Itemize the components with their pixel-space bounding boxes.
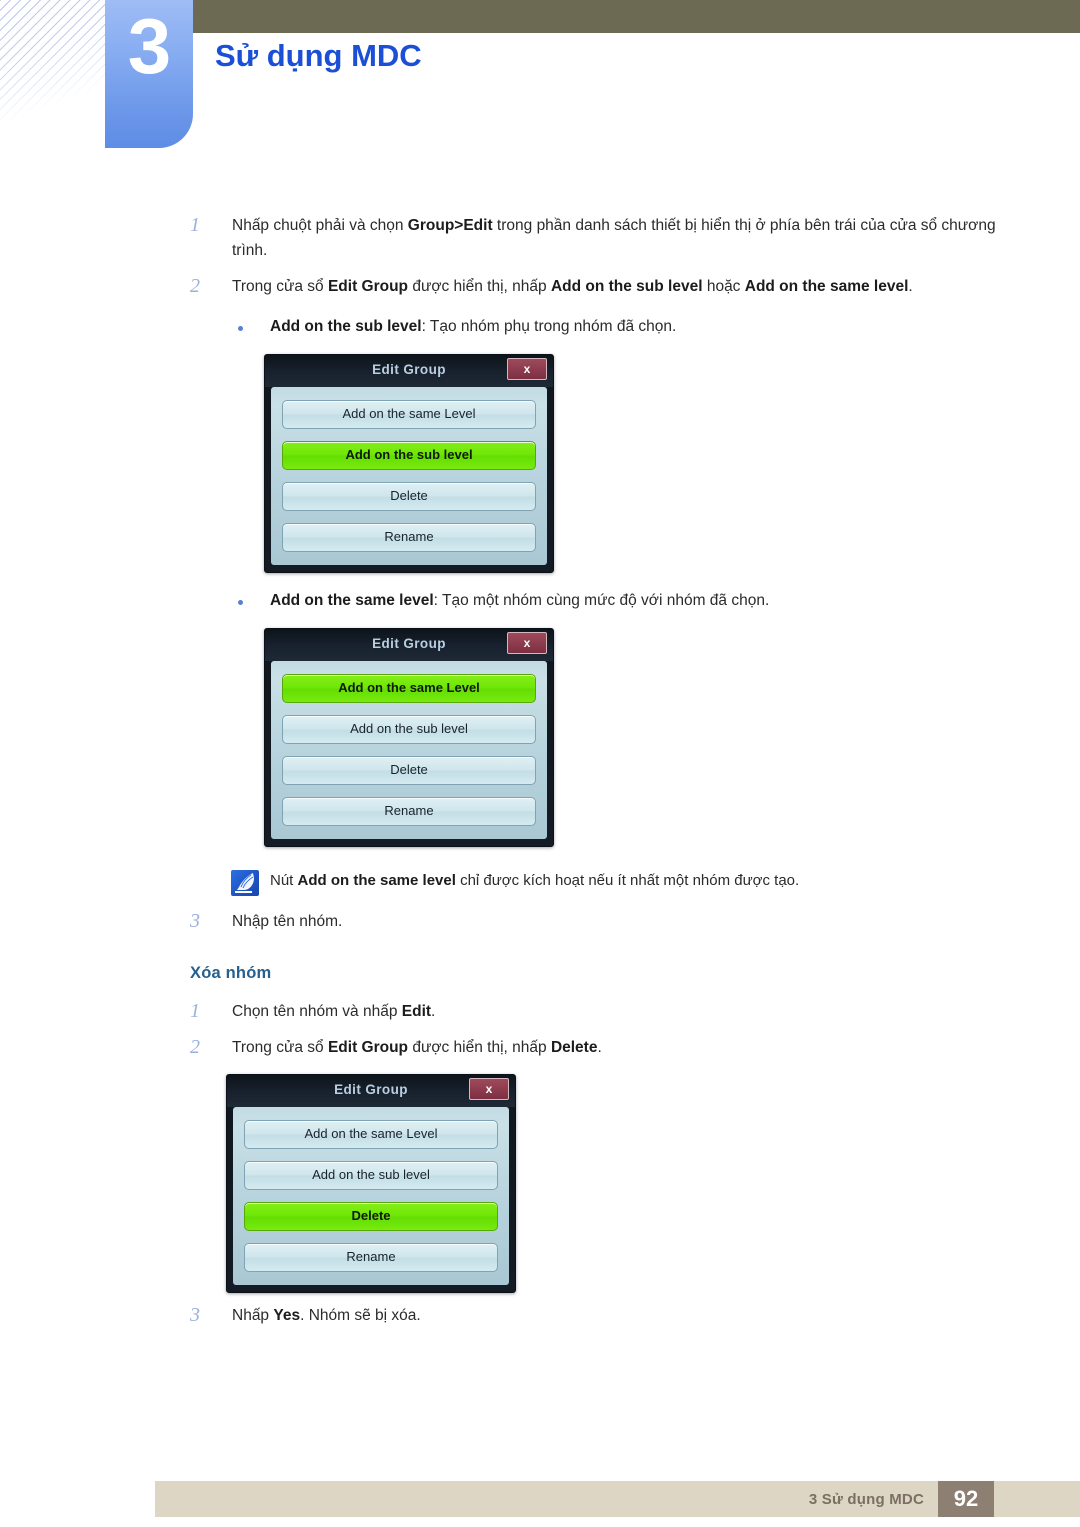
step-text-part: được hiển thị, nhấp xyxy=(408,1039,551,1057)
step-text: Nhấp Yes. Nhóm sẽ bị xóa. xyxy=(232,1307,421,1324)
step-text-bold: Group>Edit xyxy=(407,217,493,234)
step-text: Nhấp chuột phải và chọn Group>Edit trong… xyxy=(232,217,996,259)
add-on-sub-level-button[interactable]: Add on the sub level xyxy=(244,1161,498,1191)
edit-group-dialog: Edit Group x Add on the same Level Add o… xyxy=(264,627,554,847)
step-number: 2 xyxy=(190,1036,200,1059)
step-item: 1 Chọn tên nhóm và nhấp Edit. xyxy=(186,999,1026,1024)
delete-button[interactable]: Delete xyxy=(244,1202,498,1232)
step-item: 1 Nhấp chuột phải và chọn Group>Edit tro… xyxy=(186,213,1026,263)
step-text-bold: Add on the same level xyxy=(744,278,909,296)
dialog-body: Add on the same Level Add on the sub lev… xyxy=(271,660,547,839)
delete-button[interactable]: Delete xyxy=(282,755,536,785)
step-text-part: Trong cửa sổ xyxy=(232,1039,328,1057)
step-item: 3 Nhập tên nhóm. xyxy=(186,909,1026,934)
section-heading-delete-group: Xóa nhóm xyxy=(190,964,272,983)
bullet-item: Add on the same level: Tạo một nhóm cùng… xyxy=(186,589,1026,614)
bullet-text: : Tạo một nhóm cùng mức độ với nhóm đã c… xyxy=(433,592,770,610)
bullet-label: Add on the same level xyxy=(270,592,434,610)
note-text-bold: Add on the same level xyxy=(297,871,456,889)
chapter-tab: 3 xyxy=(105,0,193,148)
dialog-titlebar: Edit Group x xyxy=(265,355,553,388)
dialog-screenshot-2: Edit Group x Add on the same Level Add o… xyxy=(186,627,1026,847)
step-text-bold: Edit Group xyxy=(327,1039,409,1057)
chapter-number: 3 xyxy=(127,2,171,90)
step-text-part: . Nhóm sẽ bị xóa. xyxy=(300,1307,421,1325)
footer-chapter-label: 3 Sử dụng MDC xyxy=(808,1491,924,1508)
step-text-part: được hiển thị, nhấp xyxy=(408,278,551,296)
step-text-part: hoặc xyxy=(702,278,745,296)
step-text-part: Nhấp xyxy=(232,1307,274,1325)
add-on-same-level-button[interactable]: Add on the same Level xyxy=(282,400,536,430)
step-text-bold: Edit Group xyxy=(327,278,409,296)
step-text-bold: Delete xyxy=(550,1039,598,1057)
step-text-bold: Edit xyxy=(401,1003,432,1021)
page-title: Sử dụng MDC xyxy=(215,38,422,73)
add-on-same-level-button[interactable]: Add on the same Level xyxy=(282,673,536,703)
dialog-body: Add on the same Level Add on the sub lev… xyxy=(271,387,547,566)
step-text-part: . xyxy=(431,1003,436,1021)
step-text: Nhập tên nhóm. xyxy=(232,912,343,930)
add-on-sub-level-button[interactable]: Add on the sub level xyxy=(282,714,536,744)
close-icon[interactable]: x xyxy=(469,1078,509,1101)
page-number-badge: 92 xyxy=(938,1481,994,1517)
step-text: Trong cửa sổ Edit Group được hiển thị, n… xyxy=(232,278,913,295)
step-text-part: . xyxy=(908,278,913,296)
bullet-text: : Tạo nhóm phụ trong nhóm đã chọn. xyxy=(421,318,677,336)
step-text-part: Chọn tên nhóm và nhấp xyxy=(232,1003,402,1021)
dialog-body: Add on the same Level Add on the sub lev… xyxy=(233,1107,509,1286)
rename-button[interactable]: Rename xyxy=(282,796,536,826)
step-text: Trong cửa sổ Edit Group được hiển thị, n… xyxy=(232,1039,602,1056)
step-text-part: Trong cửa sổ xyxy=(232,278,328,296)
step-item: 2 Trong cửa sổ Edit Group được hiển thị,… xyxy=(186,1035,1026,1060)
dialog-screenshot-3: Edit Group x Add on the same Level Add o… xyxy=(186,1074,1026,1294)
step-text: Chọn tên nhóm và nhấp Edit. xyxy=(232,1003,435,1020)
close-icon[interactable]: x xyxy=(507,358,547,381)
step-text-part: Nhấp chuột phải và chọn xyxy=(232,217,408,234)
note-quill-icon xyxy=(231,869,259,896)
decorative-hatch-pattern xyxy=(0,0,110,122)
edit-group-dialog: Edit Group x Add on the same Level Add o… xyxy=(264,354,554,574)
step-number: 1 xyxy=(190,214,200,236)
add-on-same-level-button[interactable]: Add on the same Level xyxy=(244,1120,498,1150)
step-number: 3 xyxy=(190,909,200,932)
add-on-sub-level-button[interactable]: Add on the sub level xyxy=(282,441,536,471)
header-band xyxy=(193,0,1080,33)
dialog-titlebar: Edit Group x xyxy=(265,628,553,661)
step-text-part: . xyxy=(597,1039,602,1057)
step-text-bold: Yes xyxy=(273,1307,301,1325)
step-item: 2 Trong cửa sổ Edit Group được hiển thị,… xyxy=(186,274,1026,299)
delete-button[interactable]: Delete xyxy=(282,482,536,512)
main-content: 1 Nhấp chuột phải và chọn Group>Edit tro… xyxy=(186,213,1026,1339)
step-number: 1 xyxy=(190,1000,200,1023)
step-number: 3 xyxy=(190,1304,200,1327)
note-text-part: Nút xyxy=(270,871,298,889)
step-text-bold: Add on the sub level xyxy=(550,278,703,296)
bullet-item: Add on the sub level: Tạo nhóm phụ trong… xyxy=(186,315,1026,340)
rename-button[interactable]: Rename xyxy=(244,1243,498,1273)
dialog-titlebar: Edit Group x xyxy=(227,1075,515,1108)
edit-group-dialog: Edit Group x Add on the same Level Add o… xyxy=(226,1074,516,1294)
rename-button[interactable]: Rename xyxy=(282,523,536,553)
close-icon[interactable]: x xyxy=(507,631,547,654)
note-callout: Nút Add on the same level chỉ được kích … xyxy=(186,869,1026,903)
step-item: 3 Nhấp Yes. Nhóm sẽ bị xóa. xyxy=(186,1303,1026,1328)
step-number: 2 xyxy=(190,275,200,298)
bullet-label: Add on the sub level xyxy=(270,318,422,336)
note-text-part: chỉ được kích hoạt nếu ít nhất một nhóm … xyxy=(455,871,800,889)
dialog-screenshot-1: Edit Group x Add on the same Level Add o… xyxy=(186,354,1026,574)
